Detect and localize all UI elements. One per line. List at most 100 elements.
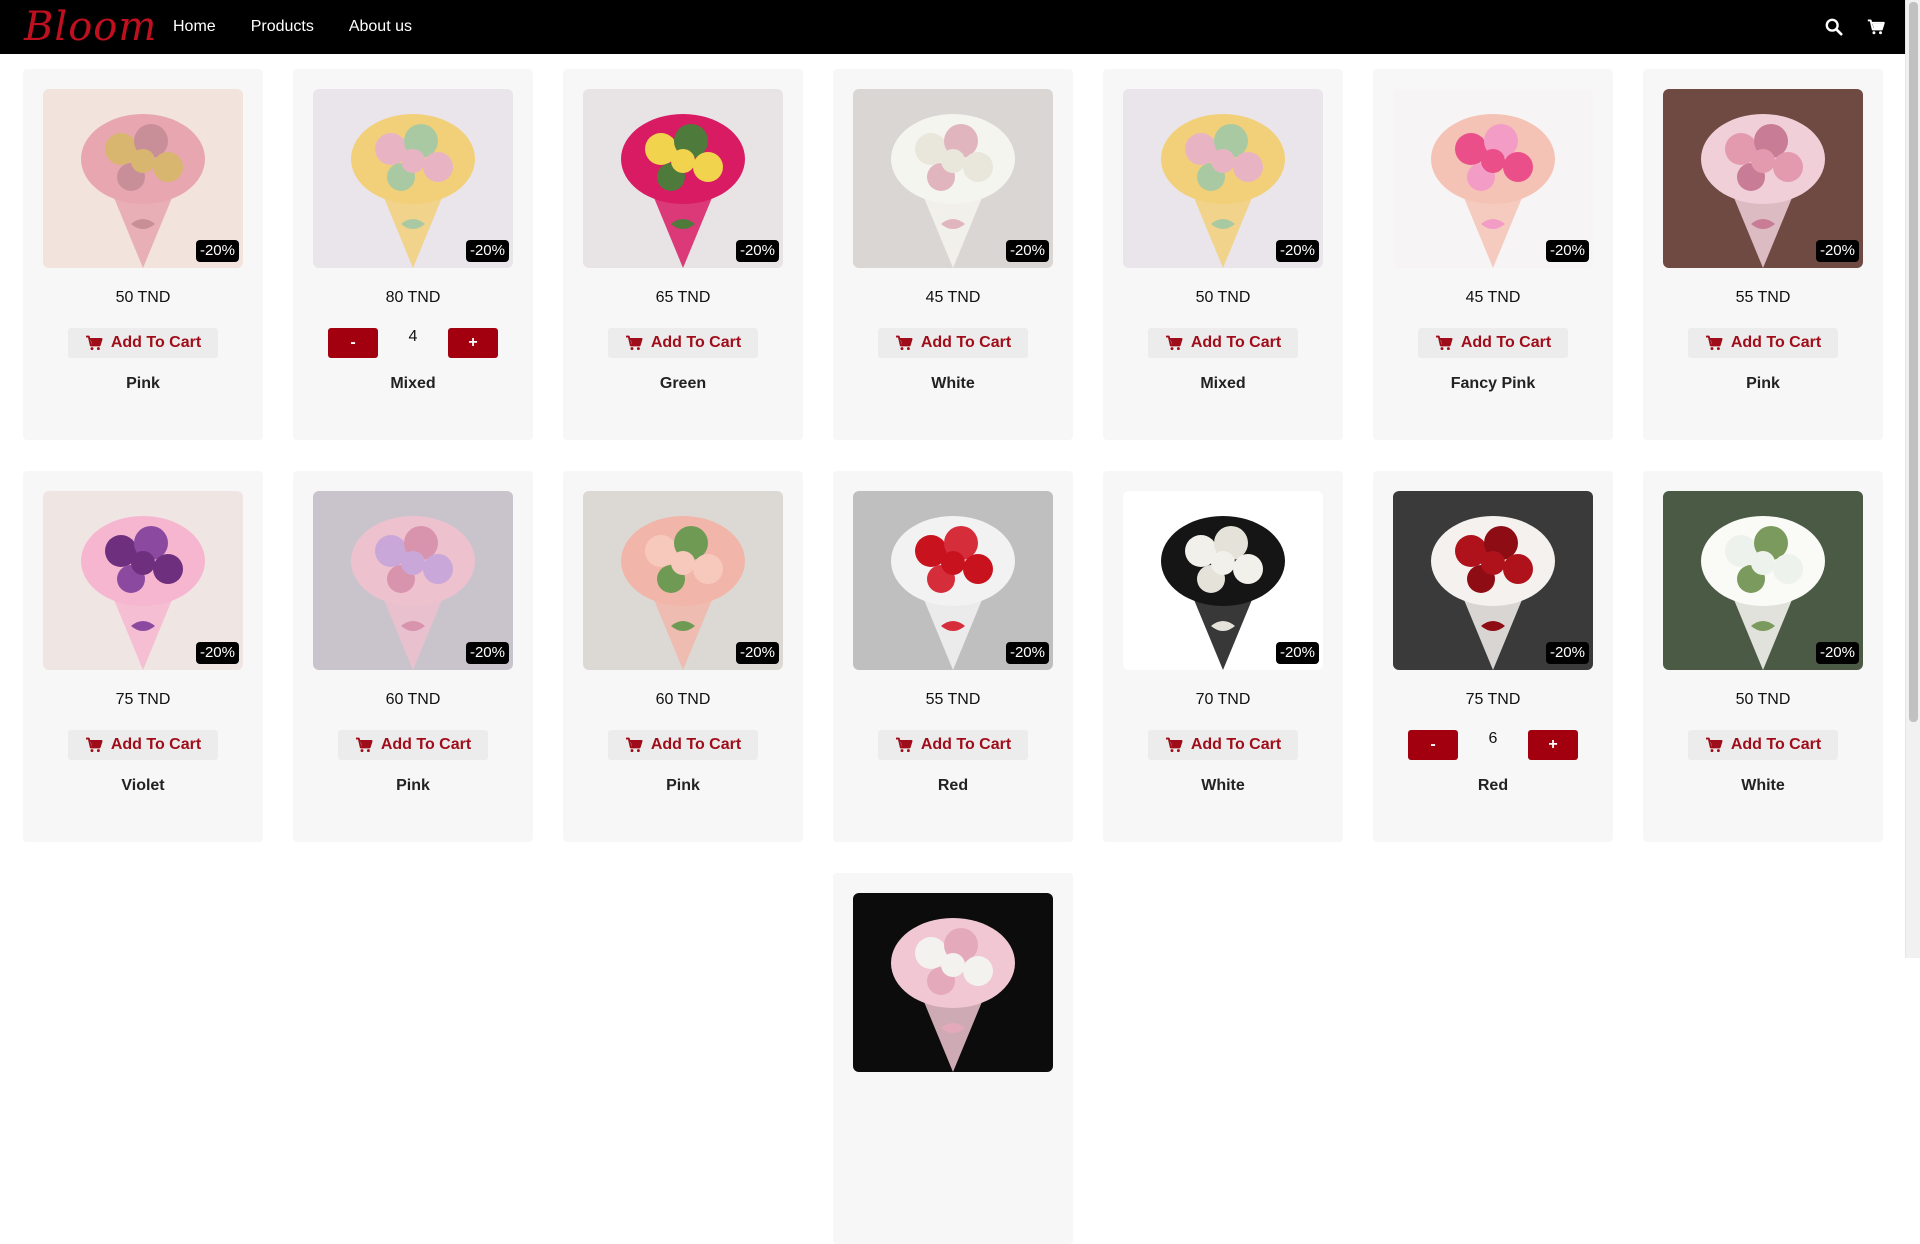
product-image[interactable]: [853, 893, 1053, 1072]
add-to-cart-button[interactable]: Add To Cart: [1418, 328, 1568, 358]
cart-icon: [85, 737, 103, 753]
scrollbar-thumb[interactable]: [1909, 2, 1918, 722]
product-image[interactable]: -20%: [313, 491, 513, 670]
product-image[interactable]: -20%: [313, 89, 513, 268]
discount-badge: -20%: [1815, 642, 1859, 664]
add-to-cart-label: Add To Cart: [1190, 736, 1282, 753]
quantity-stepper: - 6 +: [1408, 730, 1578, 760]
product-price: 55 TND: [1735, 289, 1791, 306]
nav-links: Home Products About us: [173, 0, 447, 54]
product-image[interactable]: -20%: [1123, 89, 1323, 268]
product-card: -20% 50 TND Add To Cart Pink: [23, 69, 263, 440]
add-to-cart-label: Add To Cart: [1730, 736, 1822, 753]
search-icon[interactable]: [1825, 18, 1843, 36]
increase-quantity-button[interactable]: +: [448, 328, 498, 358]
add-to-cart-button[interactable]: Add To Cart: [878, 730, 1028, 760]
add-to-cart-button[interactable]: Add To Cart: [1148, 730, 1298, 760]
product-card: -20% 45 TND Add To Cart Fancy Pink: [1373, 69, 1613, 440]
product-card: -20% 50 TND Add To Cart Mixed: [1103, 69, 1343, 440]
nav-link-about-us[interactable]: About us: [349, 18, 412, 36]
discount-badge: -20%: [735, 240, 779, 262]
top-navbar: Bloom Home Products About us: [0, 0, 1905, 54]
add-to-cart-label: Add To Cart: [110, 334, 202, 351]
add-to-cart-button[interactable]: Add To Cart: [608, 730, 758, 760]
product-price: 70 TND: [1195, 691, 1251, 708]
page-scrollbar[interactable]: [1905, 0, 1920, 958]
decrease-quantity-button[interactable]: -: [328, 328, 378, 358]
product-price: 45 TND: [925, 289, 981, 306]
add-to-cart-button[interactable]: Add To Cart: [608, 328, 758, 358]
product-card: -20% 55 TND Add To Cart Red: [833, 471, 1073, 842]
cart-icon: [1165, 335, 1183, 351]
product-image[interactable]: -20%: [1393, 89, 1593, 268]
product-image[interactable]: -20%: [1663, 89, 1863, 268]
brand-logo[interactable]: Bloom: [24, 2, 157, 52]
bouquet-image: [853, 893, 1053, 1072]
cart-icon[interactable]: [1867, 18, 1885, 36]
add-to-cart-label: Add To Cart: [110, 736, 202, 753]
product-color: Violet: [121, 777, 165, 794]
product-color: Pink: [396, 777, 430, 794]
product-image[interactable]: -20%: [853, 491, 1053, 670]
add-to-cart-label: Add To Cart: [650, 736, 742, 753]
product-color: White: [1201, 777, 1245, 794]
product-card: -20% 75 TND Add To Cart Violet: [23, 471, 263, 842]
product-color: Pink: [126, 375, 160, 392]
product-price: 45 TND: [1465, 289, 1521, 306]
nav-link-products[interactable]: Products: [251, 18, 314, 36]
add-to-cart-button[interactable]: Add To Cart: [68, 328, 218, 358]
increase-quantity-button[interactable]: +: [1528, 730, 1578, 760]
discount-badge: -20%: [1005, 240, 1049, 262]
nav-icons: [1825, 0, 1885, 54]
add-to-cart-label: Add To Cart: [1460, 334, 1552, 351]
discount-badge: -20%: [1545, 642, 1589, 664]
add-to-cart-button[interactable]: Add To Cart: [1688, 730, 1838, 760]
cart-icon: [895, 737, 913, 753]
product-card: -20% 65 TND Add To Cart Green: [563, 69, 803, 440]
product-image[interactable]: -20%: [1393, 491, 1593, 670]
discount-badge: -20%: [195, 240, 239, 262]
cart-icon: [1705, 737, 1723, 753]
add-to-cart-button[interactable]: Add To Cart: [1148, 328, 1298, 358]
add-to-cart-button[interactable]: Add To Cart: [878, 328, 1028, 358]
add-to-cart-label: Add To Cart: [1730, 334, 1822, 351]
cart-icon: [1165, 737, 1183, 753]
product-price: 55 TND: [925, 691, 981, 708]
product-price: 75 TND: [115, 691, 171, 708]
product-image[interactable]: -20%: [43, 89, 243, 268]
discount-badge: -20%: [735, 642, 779, 664]
product-price: 60 TND: [655, 691, 711, 708]
product-color: Green: [659, 375, 707, 392]
product-image[interactable]: -20%: [583, 491, 783, 670]
add-to-cart-button[interactable]: Add To Cart: [68, 730, 218, 760]
discount-badge: -20%: [465, 642, 509, 664]
nav-link-home[interactable]: Home: [173, 18, 216, 36]
product-price: 80 TND: [385, 289, 441, 306]
cart-icon: [625, 737, 643, 753]
product-card: -20% 50 TND Add To Cart White: [1643, 471, 1883, 842]
product-price: 65 TND: [655, 289, 711, 306]
quantity-stepper: - 4 +: [328, 328, 498, 358]
cart-icon: [895, 335, 913, 351]
decrease-quantity-button[interactable]: -: [1408, 730, 1458, 760]
add-to-cart-button[interactable]: Add To Cart: [1688, 328, 1838, 358]
product-price: 50 TND: [1195, 289, 1251, 306]
cart-icon: [1705, 335, 1723, 351]
product-image[interactable]: -20%: [583, 89, 783, 268]
product-image[interactable]: -20%: [43, 491, 243, 670]
add-to-cart-label: Add To Cart: [650, 334, 742, 351]
discount-badge: -20%: [1275, 240, 1319, 262]
product-image[interactable]: -20%: [1123, 491, 1323, 670]
product-image[interactable]: -20%: [853, 89, 1053, 268]
product-color: White: [1741, 777, 1785, 794]
add-to-cart-button[interactable]: Add To Cart: [338, 730, 488, 760]
discount-badge: -20%: [1545, 240, 1589, 262]
discount-badge: -20%: [1005, 642, 1049, 664]
discount-badge: -20%: [1275, 642, 1319, 664]
product-card: -20% 80 TND - 4 + Mixed: [293, 69, 533, 440]
product-card: -20% 70 TND Add To Cart White: [1103, 471, 1343, 842]
product-card: -20% 55 TND Add To Cart Pink: [1643, 69, 1883, 440]
product-color: Red: [1477, 777, 1509, 794]
product-image[interactable]: -20%: [1663, 491, 1863, 670]
product-price: 60 TND: [385, 691, 441, 708]
